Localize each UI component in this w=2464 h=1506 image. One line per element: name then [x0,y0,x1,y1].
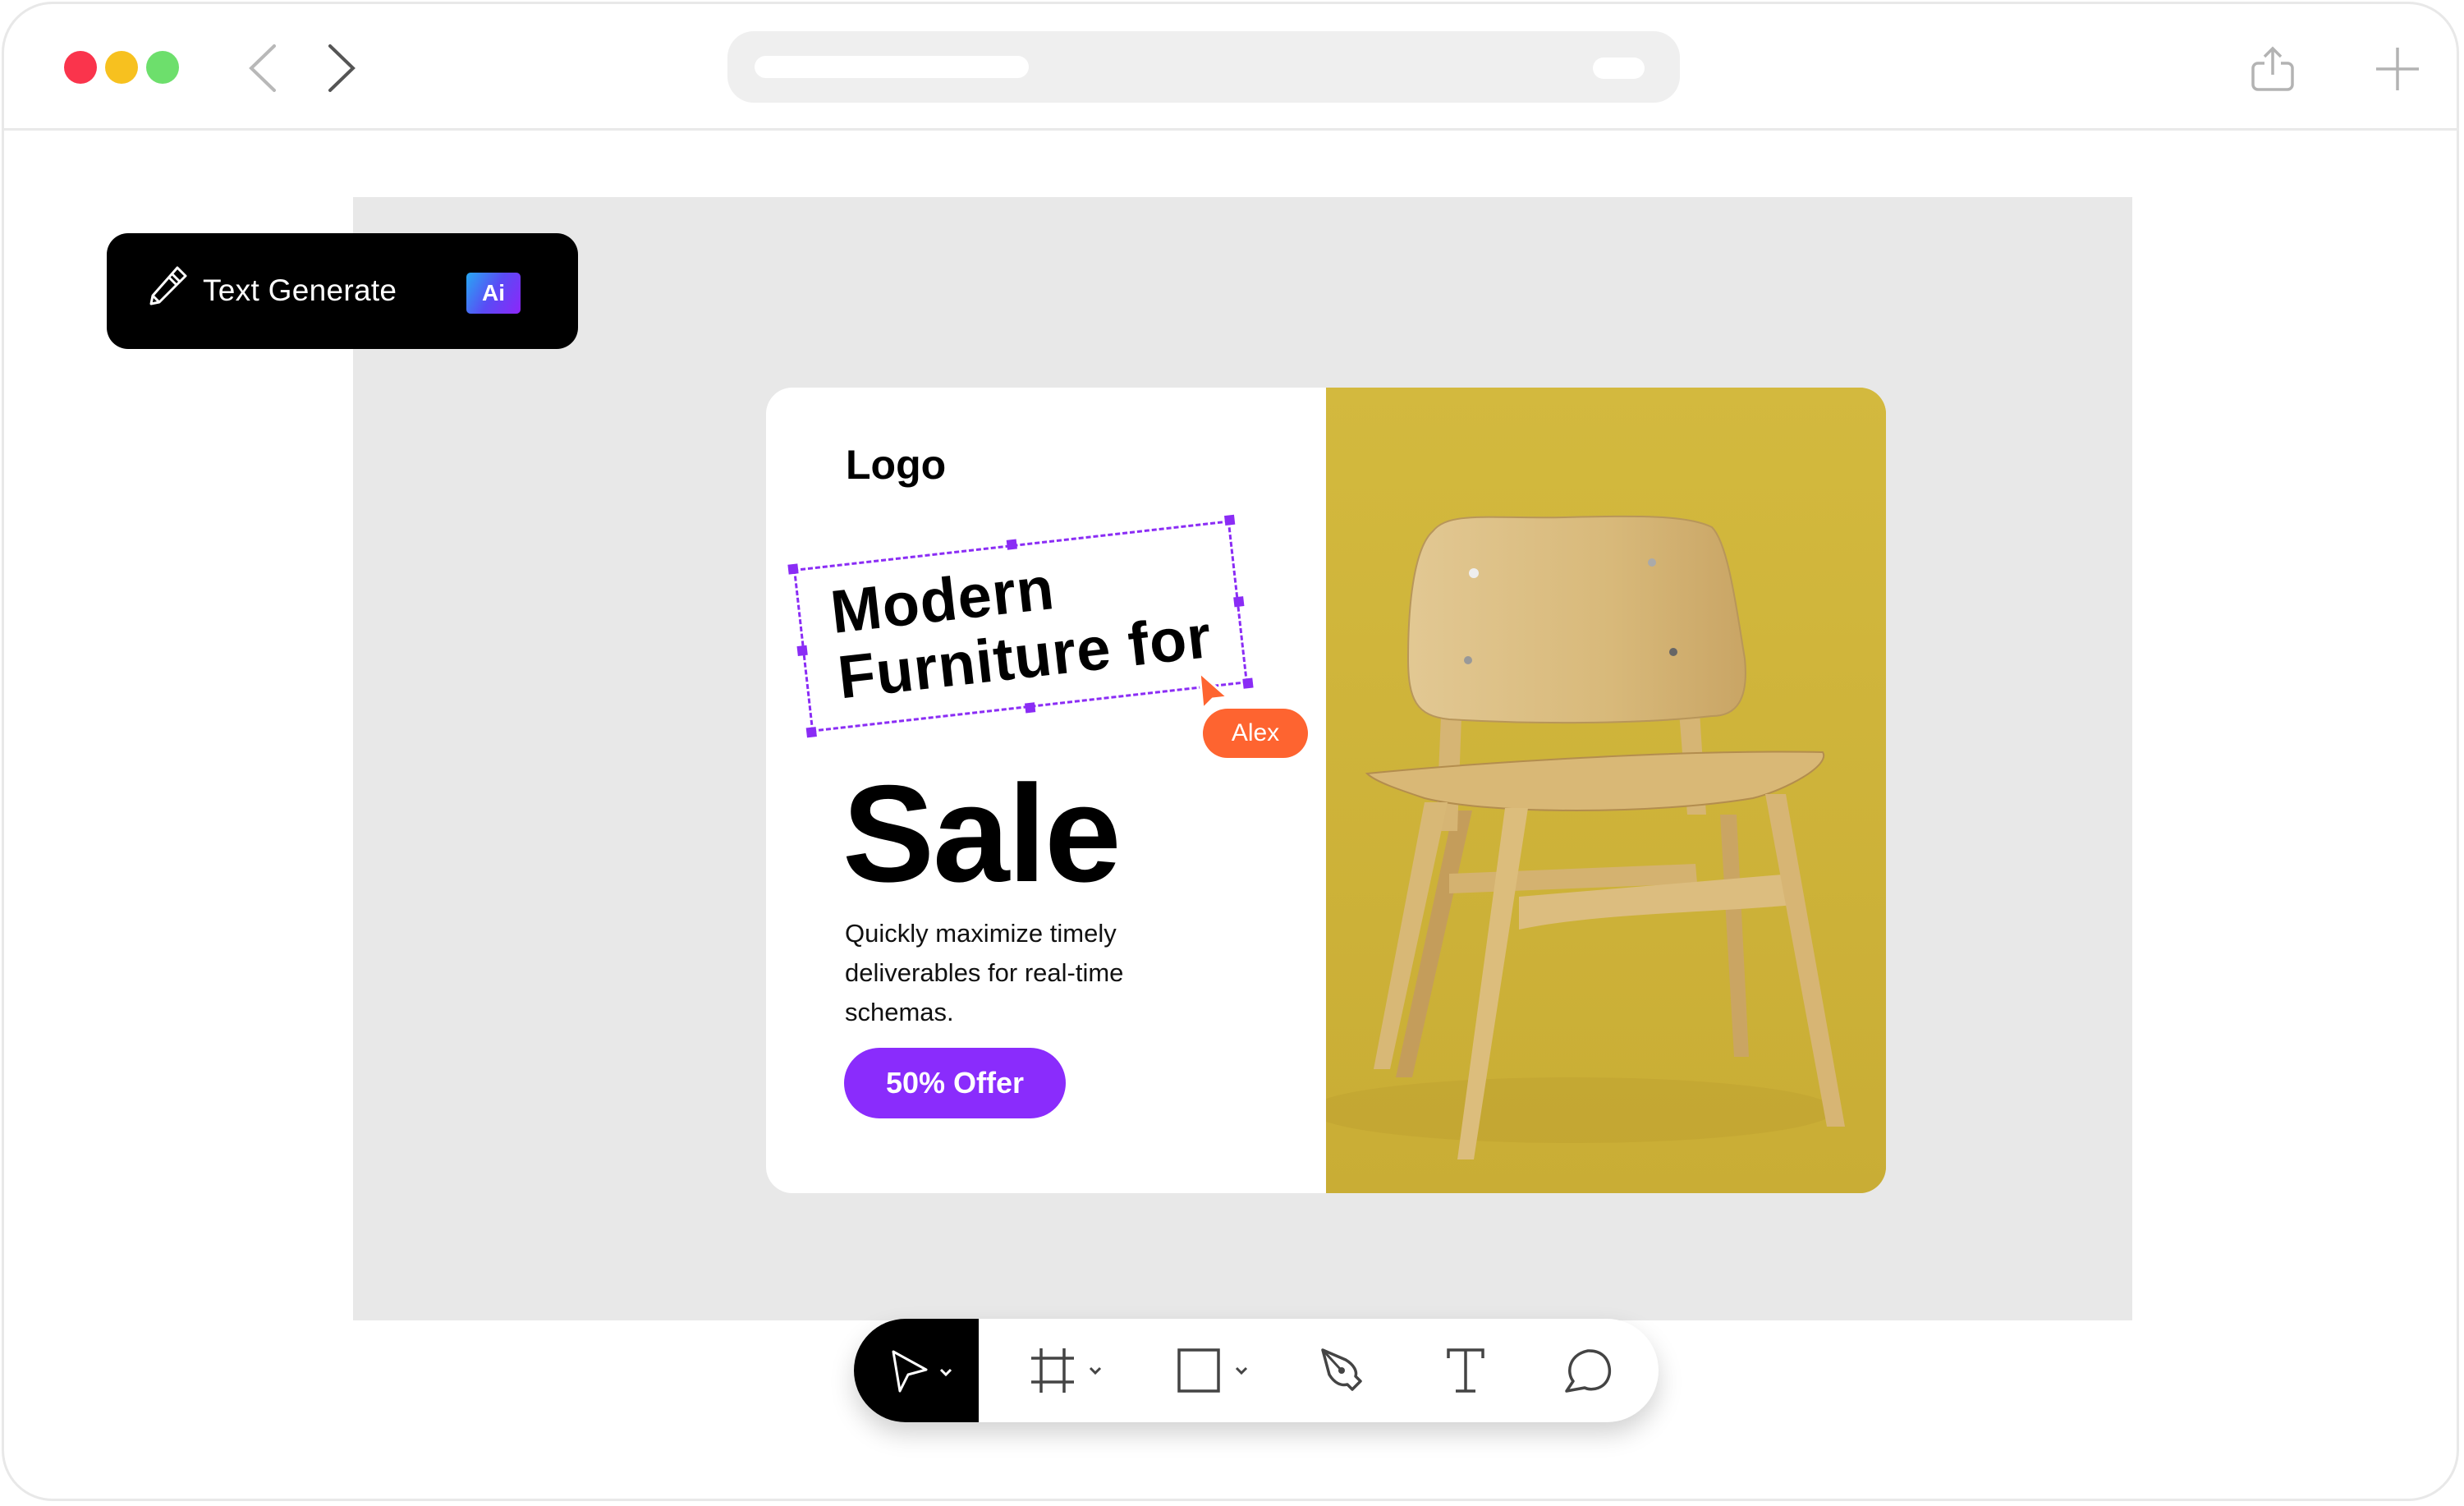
forward-button[interactable] [322,43,358,94]
chair-screw [1648,558,1656,567]
chair-screw [1469,568,1479,578]
url-action-placeholder[interactable] [1593,57,1645,79]
pen-tool[interactable] [1321,1348,1362,1393]
chevron-down-icon [1089,1366,1102,1375]
chevron-down-icon [939,1368,952,1377]
move-tool[interactable] [890,1348,961,1393]
offer-button[interactable]: 50% Offer [844,1048,1066,1118]
logo-text[interactable]: Logo [846,440,946,489]
resize-handle-bottom-left[interactable] [805,727,817,738]
resize-handle-left[interactable] [796,645,808,657]
rectangle-icon [1177,1348,1220,1393]
titlebar-divider [4,128,2459,131]
collaborator-cursor-icon [1198,671,1229,710]
share-button[interactable] [2250,45,2296,93]
floor-shadow [1326,1077,1835,1143]
minimize-window-button[interactable] [105,51,138,84]
chair-backrest [1406,515,1746,724]
maximize-window-button[interactable] [146,51,179,84]
chair-screw [1464,656,1472,664]
resize-handle-bottom[interactable] [1024,702,1035,714]
back-button[interactable] [245,43,281,94]
text-tool[interactable] [1447,1348,1484,1393]
close-window-button[interactable] [64,51,97,84]
rectangle-tool[interactable] [1177,1348,1253,1393]
new-tab-button[interactable] [2375,45,2420,93]
resize-handle-top-right[interactable] [1224,514,1236,526]
text-icon [1447,1348,1484,1393]
chair-illustration [1326,388,1886,1193]
collaborator-name-badge: Alex [1203,709,1308,758]
pen-icon [1321,1348,1362,1391]
pointer-icon [892,1350,928,1393]
url-placeholder [755,56,1029,78]
text-generate-button[interactable]: Text Generate Ai [107,233,578,349]
resize-handle-top-left[interactable] [787,563,799,575]
body-text[interactable]: Quickly maximize timely deliverables for… [845,914,1190,1032]
resize-handle-bottom-right[interactable] [1242,677,1254,689]
chair-screw [1669,648,1677,656]
chevron-down-icon [1235,1366,1248,1375]
sale-title[interactable]: Sale [842,760,1122,907]
comment-icon [1565,1349,1612,1393]
frame-tool[interactable] [1031,1348,1107,1393]
resize-handle-right[interactable] [1233,596,1245,608]
comment-tool[interactable] [1563,1348,1613,1393]
address-bar[interactable] [727,31,1680,103]
bottom-toolbar [854,1319,1659,1422]
share-icon [2251,46,2294,91]
frame-icon [1031,1348,1074,1393]
chevron-right-icon [328,44,356,92]
chevron-left-icon [249,44,276,92]
text-generate-label: Text Generate [203,273,397,307]
pencil-icon [149,266,187,305]
ai-badge: Ai [466,273,521,314]
resize-handle-top[interactable] [1006,539,1017,550]
plus-icon [2376,48,2419,90]
chair-photo [1326,388,1886,1193]
